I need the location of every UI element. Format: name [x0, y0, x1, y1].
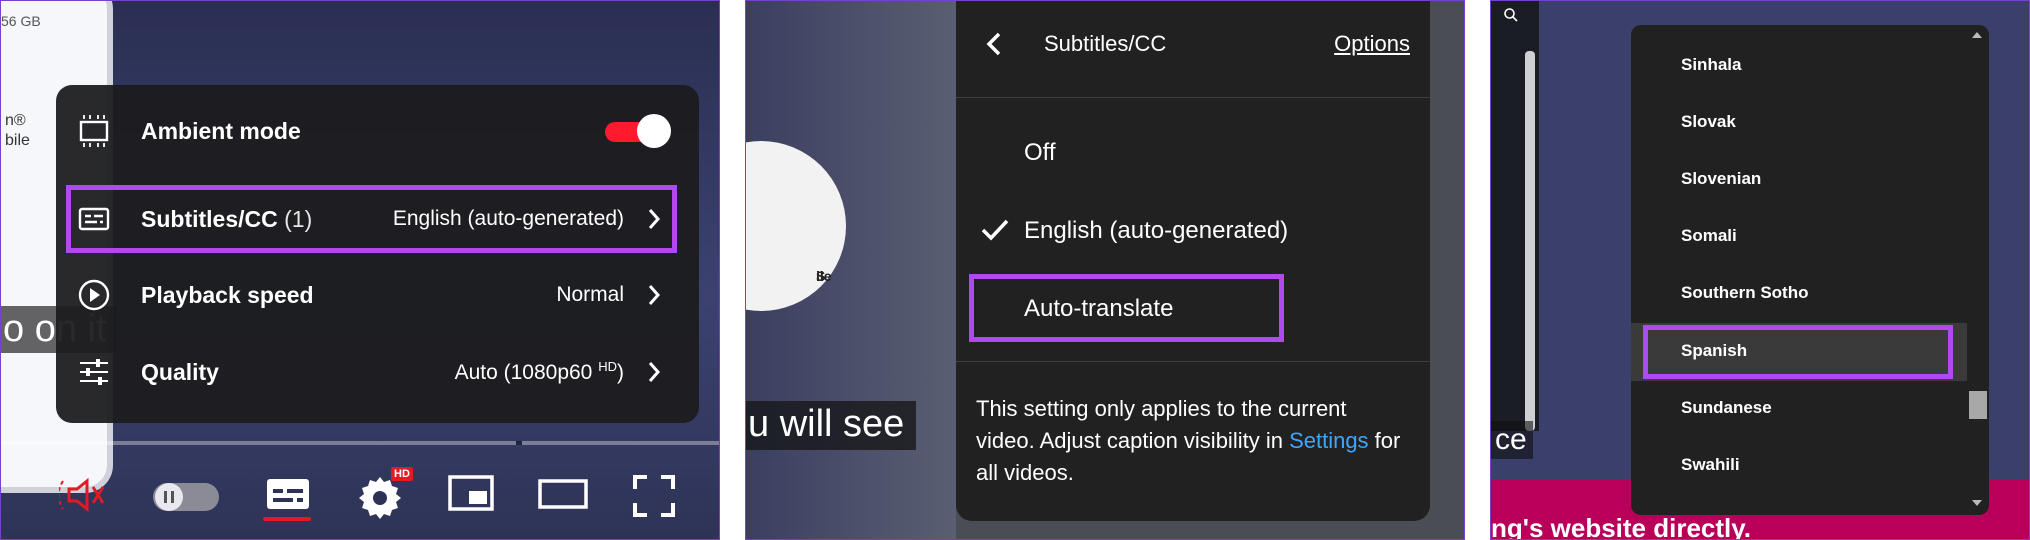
- video-model-text: n® bile: [5, 111, 30, 151]
- subtitles-value: English (auto-generated): [392, 207, 624, 230]
- autoplay-toggle[interactable]: [153, 483, 219, 511]
- settings-menu-panel: 56 GB n® bile o on it Ambient mode Subti…: [0, 0, 720, 540]
- ambient-mode-icon: [79, 115, 109, 147]
- language-item[interactable]: Slovenian: [1681, 169, 1761, 189]
- language-item-spanish[interactable]: Spanish: [1681, 341, 1747, 361]
- back-arrow-icon[interactable]: [984, 31, 1004, 57]
- phone-edge: [1525, 51, 1535, 431]
- subtitles-menu-title: Subtitles/CC: [1044, 31, 1167, 56]
- quality-label: Quality: [141, 358, 219, 385]
- miniplayer-icon[interactable]: [447, 473, 495, 513]
- autoplay-knob: [155, 483, 183, 511]
- chevron-right-icon: [648, 285, 661, 305]
- subtitles-icon: [78, 207, 110, 231]
- caption-setting-note: This setting only applies to the current…: [976, 393, 1406, 489]
- menu-item-playback-speed[interactable]: Playback speed Normal: [56, 265, 699, 325]
- chevron-right-icon: [648, 362, 661, 382]
- scrollbar-thumb[interactable]: [1969, 391, 1987, 419]
- video-storage-text: 56 GB: [1, 13, 41, 29]
- circle-text-2: ile: [816, 268, 832, 284]
- language-item[interactable]: Southern Sotho: [1681, 283, 1808, 303]
- quality-hd-badge: HD: [598, 359, 617, 374]
- menu-item-ambient-mode[interactable]: Ambient mode: [56, 101, 699, 161]
- language-item[interactable]: Sundanese: [1681, 398, 1772, 418]
- ambient-mode-toggle[interactable]: [605, 114, 671, 148]
- theater-mode-icon[interactable]: [537, 473, 589, 513]
- fullscreen-icon[interactable]: [631, 473, 677, 519]
- auto-translate-language-panel: ng's website directly. ce Sinhala Slovak…: [1490, 0, 2030, 540]
- language-item[interactable]: Sinhala: [1681, 55, 1741, 75]
- language-item[interactable]: Slovak: [1681, 112, 1736, 132]
- subtitles-menu: Subtitles/CC Options Off English (auto-g…: [956, 1, 1430, 521]
- subtitle-option-english[interactable]: English (auto-generated): [1024, 217, 1288, 245]
- subtitle-option-off[interactable]: Off: [1024, 139, 1056, 167]
- progress-bar[interactable]: [1, 441, 719, 445]
- options-link[interactable]: Options: [1334, 31, 1410, 57]
- language-list-menu: Sinhala Slovak Slovenian Somali Southern…: [1631, 25, 1989, 515]
- banner-text: ng's website directly.: [1491, 513, 1751, 540]
- subtitles-label: Subtitles/CC (1): [141, 206, 312, 233]
- caption-overlay: ce: [1491, 421, 1533, 459]
- subtitles-count: (1): [284, 205, 313, 232]
- caption-overlay: u will see: [746, 401, 917, 450]
- model-line-2: bile: [5, 132, 30, 149]
- subtitles-label-text: Subtitles/CC: [141, 205, 278, 232]
- scroll-down-arrow-icon[interactable]: [1971, 499, 1983, 507]
- ambient-mode-label: Ambient mode: [141, 117, 301, 144]
- subtitle-option-auto-translate[interactable]: Auto-translate: [1024, 295, 1173, 323]
- language-item[interactable]: Somali: [1681, 226, 1737, 246]
- quality-value: Auto (1080p60 HD): [455, 359, 624, 385]
- checkmark-icon: [981, 219, 1009, 241]
- model-line-1: n®: [5, 112, 26, 129]
- playback-speed-label: Playback speed: [141, 281, 314, 308]
- quality-value-end: ): [617, 361, 624, 384]
- menu-item-subtitles[interactable]: Subtitles/CC (1) English (auto-generated…: [56, 189, 699, 249]
- chapter-gap: [516, 441, 522, 445]
- subtitles-active-underline: [263, 517, 311, 521]
- subtitles-button-icon[interactable]: [263, 473, 313, 517]
- language-scrollbar[interactable]: [1965, 25, 1989, 515]
- menu-divider: [956, 361, 1430, 362]
- hd-badge: HD: [391, 467, 413, 481]
- subtitles-submenu-panel: Sile u will see Subtitles/CC Options Off…: [745, 0, 1465, 540]
- menu-item-quality[interactable]: Quality Auto (1080p60 HD): [56, 342, 699, 402]
- chevron-right-icon: [648, 209, 661, 229]
- scroll-up-arrow-icon[interactable]: [1971, 31, 1983, 39]
- toggle-knob: [637, 114, 671, 148]
- settings-menu: Ambient mode Subtitles/CC (1) English (a…: [56, 85, 699, 423]
- subtitles-menu-header: Subtitles/CC Options: [956, 1, 1430, 98]
- playback-speed-value: Normal: [556, 283, 624, 306]
- volume-muted-icon[interactable]: [59, 473, 109, 517]
- quality-sliders-icon: [80, 359, 108, 385]
- quality-value-text: Auto (1080p60: [454, 361, 593, 384]
- pause-icon: [164, 491, 174, 503]
- language-item[interactable]: Swahili: [1681, 455, 1740, 475]
- playback-speed-icon: [78, 279, 110, 311]
- player-control-bar: HD: [1, 465, 719, 525]
- settings-link[interactable]: Settings: [1289, 428, 1369, 453]
- search-icon: [1504, 8, 1518, 22]
